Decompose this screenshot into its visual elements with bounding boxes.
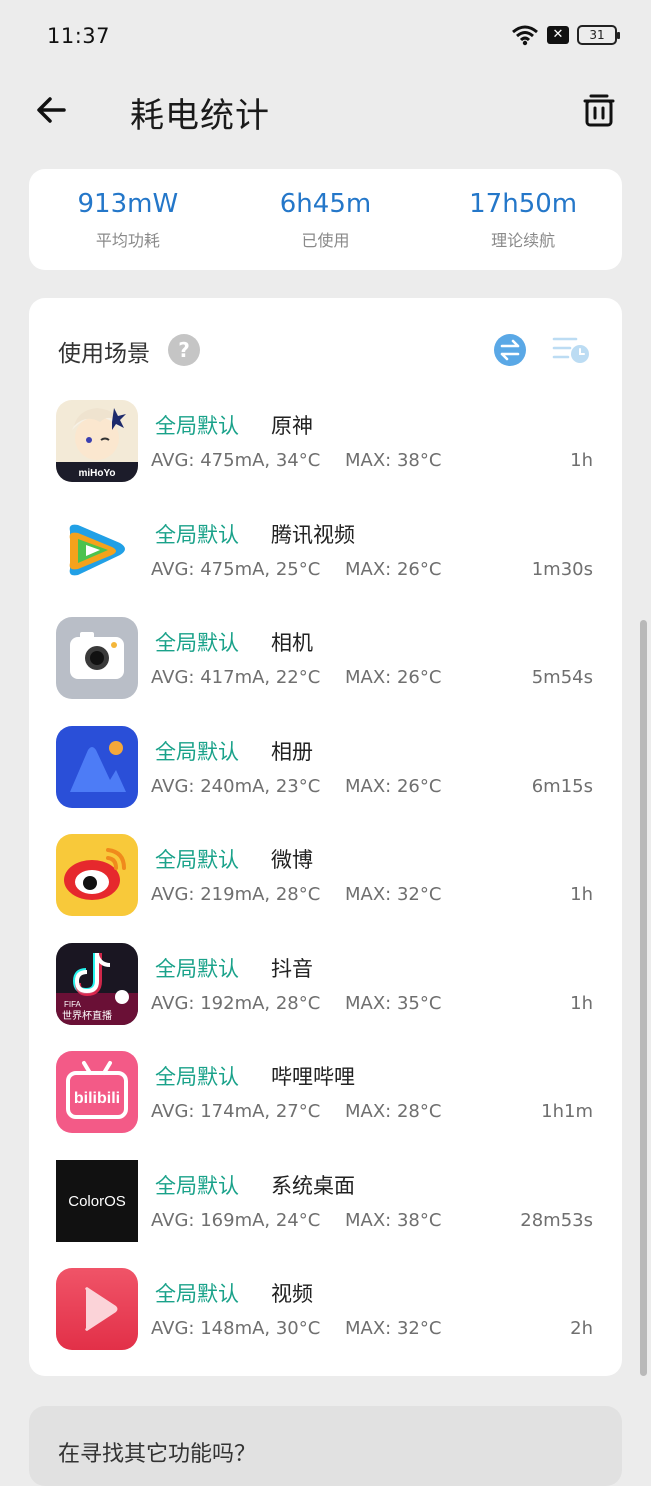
app-mode: 全局默认 [155, 1065, 239, 1089]
tencent-video-app-icon [56, 508, 138, 591]
summary-value: 913mW [77, 188, 179, 219]
douyin-app-icon: FIFA 世界杯直播 [56, 942, 138, 1025]
swap-order-icon[interactable] [493, 333, 527, 367]
bilibili-app-icon: bilibili [56, 1051, 138, 1133]
app-duration: 2h [570, 1318, 593, 1339]
app-avg: AVG: 475mA, 34°C [151, 450, 321, 471]
status-icons: ✕ 31 [511, 24, 620, 46]
sim-off-icon: ✕ [547, 26, 569, 44]
app-max: MAX: 32°C [345, 1318, 442, 1339]
app-duration: 6m15s [531, 775, 593, 797]
app-avg: AVG: 219mA, 28°C [151, 884, 321, 905]
list-item[interactable]: miHoYo 全局默认 原神 AVG: 475mA, 34°C MAX: 38°… [29, 388, 622, 497]
genshin-logo-text: miHoYo [78, 468, 115, 479]
app-duration: 28m53s [520, 1209, 593, 1231]
app-mode: 全局默认 [155, 631, 239, 655]
app-avg: AVG: 240mA, 23°C [151, 775, 321, 797]
app-name: 抖音 [271, 956, 313, 981]
bilibili-logo-text: bilibili [74, 1090, 120, 1107]
app-avg: AVG: 475mA, 25°C [151, 558, 321, 580]
app-list: miHoYo 全局默认 原神 AVG: 475mA, 34°C MAX: 38°… [29, 388, 622, 1365]
app-avg: AVG: 174mA, 27°C [151, 1101, 321, 1122]
more-features-card[interactable]: 在寻找其它功能吗？ [29, 1406, 622, 1486]
app-duration: 1h1m [541, 1101, 593, 1122]
app-max: MAX: 28°C [345, 1101, 442, 1122]
genshin-app-icon: miHoYo [56, 400, 138, 482]
list-item[interactable]: ColorOS 全局默认 系统桌面 AVG: 169mA, 24°C MAX: … [29, 1148, 622, 1257]
app-name: 相册 [271, 739, 313, 764]
clear-stats-button[interactable] [577, 88, 621, 132]
app-avg: AVG: 169mA, 24°C [151, 1209, 321, 1231]
app-duration: 1h [570, 450, 593, 471]
app-avg: AVG: 417mA, 22°C [151, 667, 321, 688]
header: 耗电统计 [0, 72, 651, 152]
list-item[interactable]: 全局默认 腾讯视频 AVG: 475mA, 25°C MAX: 26°C 1m3… [29, 497, 622, 606]
summary-used-time: 6h45m 已使用 [230, 189, 420, 251]
summary-label: 平均功耗 [95, 230, 160, 250]
app-mode: 全局默认 [155, 1282, 239, 1306]
app-max: MAX: 38°C [345, 1209, 442, 1231]
list-item[interactable]: 全局默认 视频 AVG: 148mA, 30°C MAX: 32°C 2h [29, 1256, 622, 1365]
scenes-card: 使用场景 ? miHoYo 全局默认 原神 AVG: 475mA, 34°C M… [29, 298, 622, 1376]
summary-average-power: 913mW 平均功耗 [33, 189, 223, 251]
app-mode: 全局默认 [155, 414, 239, 438]
app-max: MAX: 32°C [345, 884, 442, 905]
app-mode: 全局默认 [155, 848, 239, 872]
scrollbar[interactable] [640, 620, 647, 1376]
app-avg: AVG: 192mA, 28°C [151, 992, 321, 1014]
app-name: 微博 [271, 848, 313, 872]
list-item[interactable]: 全局默认 相册 AVG: 240mA, 23°C MAX: 26°C 6m15s [29, 714, 622, 823]
coloros-app-icon: ColorOS [56, 1159, 138, 1242]
app-duration: 1m30s [531, 558, 593, 580]
summary-label: 理论续航 [491, 230, 556, 250]
photos-app-icon [56, 725, 138, 808]
battery-icon: 31 [577, 25, 620, 45]
sort-by-time-icon[interactable] [552, 335, 590, 365]
status-bar: 11:37 ✕ 31 [0, 0, 651, 72]
app-mode: 全局默认 [155, 1173, 239, 1198]
douyin-caption-text: 世界杯直播 [62, 1009, 112, 1022]
app-duration: 5m54s [531, 667, 593, 688]
trash-icon [583, 94, 615, 127]
summary-value: 6h45m [279, 188, 372, 219]
app-name: 相机 [271, 631, 313, 655]
app-name: 系统桌面 [271, 1173, 355, 1198]
back-arrow-icon [37, 97, 66, 123]
status-time: 11:37 [47, 24, 111, 48]
app-mode: 全局默认 [155, 522, 239, 547]
app-max: MAX: 35°C [345, 992, 442, 1014]
app-mode: 全局默认 [155, 956, 239, 981]
wifi-icon [512, 25, 538, 46]
app-duration: 1h [570, 884, 593, 905]
page-title: 耗电统计 [130, 96, 270, 136]
back-button[interactable] [30, 88, 74, 132]
section-title: 使用场景 [58, 341, 150, 367]
list-item[interactable]: 全局默认 相机 AVG: 417mA, 22°C MAX: 26°C 5m54s [29, 605, 622, 714]
video-app-icon [56, 1268, 138, 1350]
summary-estimated-endurance: 17h50m 理论续航 [428, 189, 618, 251]
app-name: 哔哩哔哩 [271, 1065, 355, 1089]
camera-app-icon [56, 617, 138, 699]
app-max: MAX: 26°C [345, 775, 442, 797]
coloros-logo-text: ColorOS [68, 1193, 126, 1210]
summary-card: 913mW 平均功耗 6h45m 已使用 17h50m 理论续航 [29, 169, 622, 270]
app-max: MAX: 38°C [345, 450, 442, 471]
summary-label: 已使用 [301, 230, 350, 250]
app-name: 腾讯视频 [271, 522, 355, 547]
app-mode: 全局默认 [155, 739, 239, 764]
summary-value: 17h50m [469, 188, 578, 219]
help-icon[interactable]: ? [168, 334, 200, 366]
app-name: 原神 [271, 414, 313, 438]
app-name: 视频 [271, 1282, 313, 1306]
app-avg: AVG: 148mA, 30°C [151, 1318, 321, 1339]
weibo-app-icon [56, 834, 138, 916]
app-max: MAX: 26°C [345, 667, 442, 688]
app-max: MAX: 26°C [345, 558, 442, 580]
app-duration: 1h [570, 992, 593, 1014]
list-item[interactable]: FIFA 世界杯直播 全局默认 抖音 AVG: 192mA, 28°C MAX:… [29, 931, 622, 1040]
douyin-badge-text: FIFA [64, 1000, 82, 1009]
list-item[interactable]: 全局默认 微博 AVG: 219mA, 28°C MAX: 32°C 1h [29, 822, 622, 931]
more-features-text: 在寻找其它功能吗？ [58, 1442, 257, 1467]
list-item[interactable]: bilibili 全局默认 哔哩哔哩 AVG: 174mA, 27°C MAX:… [29, 1039, 622, 1148]
